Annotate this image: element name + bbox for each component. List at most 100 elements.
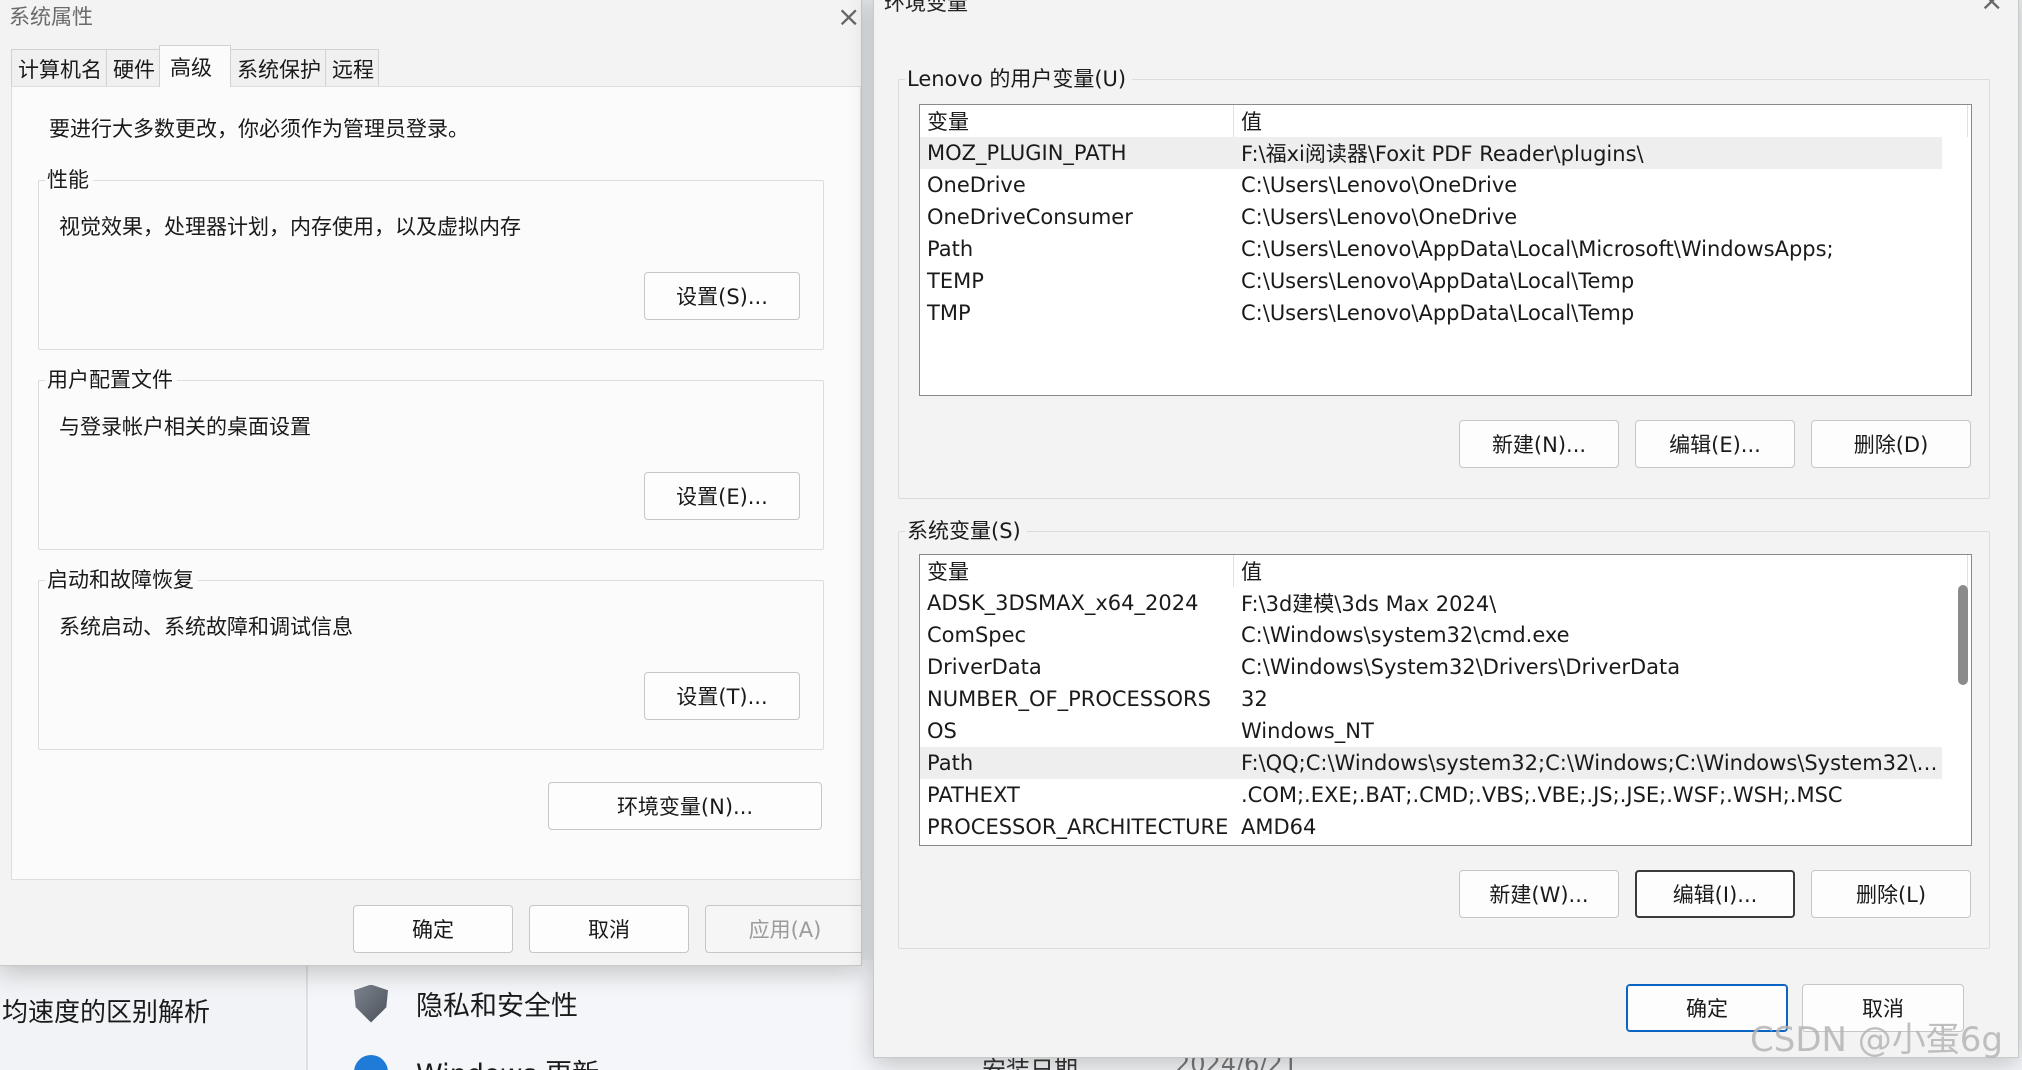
list-row[interactable]: DriverData C:\Windows\System32\Drivers\Dr… (920, 651, 1942, 683)
variable-name: MOZ_PLUGIN_PATH (927, 141, 1127, 165)
ok-button[interactable]: 确定 (353, 905, 513, 953)
variable-name: Path (927, 237, 974, 261)
variable-name: TMP (927, 301, 971, 325)
windows-update-icon (354, 1054, 388, 1070)
list-row[interactable]: Path F:\QQ;C:\Windows\system32;C:\Windows… (920, 747, 1942, 779)
tab-strip: 计算机名 硬件 高级 系统保护 远程 (11, 45, 379, 87)
admin-note: 要进行大多数更改，你必须作为管理员登录。 (49, 117, 469, 141)
title-bar[interactable]: 系统属性 × (0, 0, 861, 31)
system-edit-button[interactable]: 编辑(I)... (1635, 870, 1795, 918)
startup-recovery-group: 启动和故障恢复 系统启动、系统故障和调试信息 设置(T)... (38, 564, 824, 750)
variable-name: PROCESSOR_ARCHITECTURE (927, 815, 1229, 839)
settings-nav-area: 隐私和安全性 Windows 更新 (308, 960, 878, 1070)
performance-group-label: 性能 (45, 164, 93, 194)
variable-value: F:\QQ;C:\Windows\system32;C:\Windows;C:\… (1241, 751, 1941, 775)
title-bar[interactable]: 环境变量 × (874, 0, 2018, 25)
variable-name: ADSK_3DSMAX_x64_2024 (927, 591, 1199, 615)
startup-recovery-settings-button[interactable]: 设置(T)... (644, 672, 800, 720)
list-row[interactable]: MOZ_PLUGIN_PATH F:\福xi阅读器\Foxit PDF Reade… (920, 137, 1942, 169)
apply-button[interactable]: 应用(A) (705, 905, 861, 953)
list-header: 变量 值 (920, 555, 1971, 587)
list-row[interactable]: PATHEXT .COM;.EXE;.BAT;.CMD;.VBS;.VBE;.JS… (920, 779, 1942, 811)
variable-name: NUMBER_OF_PROCESSORS (927, 687, 1211, 711)
tab-computer-name[interactable]: 计算机名 (11, 49, 107, 87)
background-article-text: 均速度的区别解析 (2, 998, 211, 1028)
variable-value: .COM;.EXE;.BAT;.CMD;.VBS;.VBE;.JS;.JSE;.… (1241, 783, 1843, 807)
system-variables-label: 系统变量(S) (905, 515, 1027, 545)
list-row[interactable]: OS Windows_NT (920, 715, 1942, 747)
cancel-button[interactable]: 取消 (529, 905, 689, 953)
variable-value: Windows_NT (1241, 719, 1374, 743)
environment-variables-dialog: 环境变量 × Lenovo 的用户变量(U) 变量 值 MOZ_PLUGIN_P… (873, 0, 2019, 1058)
tab-remote[interactable]: 远程 (325, 49, 379, 87)
user-profiles-description: 与登录帐户相关的桌面设置 (59, 415, 311, 439)
user-edit-button[interactable]: 编辑(E)... (1635, 420, 1795, 468)
variable-name: TEMP (927, 269, 984, 293)
nav-item-update-label: Windows 更新 (416, 1052, 599, 1070)
performance-settings-button[interactable]: 设置(S)... (644, 272, 800, 320)
close-icon[interactable]: × (1980, 0, 2003, 15)
nav-item-windows-update[interactable]: Windows 更新 (354, 1052, 599, 1070)
dialog-title: 系统属性 (9, 5, 93, 29)
user-delete-button[interactable]: 删除(D) (1811, 420, 1971, 468)
variable-name: Path (927, 751, 974, 775)
variable-value: F:\福xi阅读器\Foxit PDF Reader\plugins\ (1241, 142, 1644, 166)
system-variables-group: 系统变量(S) 变量 值 ADSK_3DSMAX_x64_2024 F:\3d建模… (898, 515, 1990, 949)
variable-name: OneDrive (927, 173, 1026, 197)
variable-value: AMD64 (1241, 815, 1317, 839)
variable-value: 32 (1241, 687, 1268, 711)
column-header-value[interactable]: 值 (1234, 105, 1968, 137)
list-row[interactable]: OneDriveConsumer C:\Users\Lenovo\OneDrive (920, 201, 1942, 233)
system-properties-dialog: 系统属性 × 计算机名 硬件 高级 系统保护 远程 要进行大多数更改，你必须作为… (0, 0, 862, 966)
nav-item-privacy-label: 隐私和安全性 (416, 991, 578, 1022)
variable-name: OneDriveConsumer (927, 205, 1133, 229)
list-row[interactable]: OneDrive C:\Users\Lenovo\OneDrive (920, 169, 1942, 201)
environment-variables-button[interactable]: 环境变量(N)... (548, 782, 822, 830)
system-delete-button[interactable]: 删除(L) (1811, 870, 1971, 918)
performance-description: 视觉效果，处理器计划，内存使用，以及虚拟内存 (59, 215, 521, 239)
variable-value: F:\3d建模\3ds Max 2024\ (1241, 592, 1497, 616)
tab-hardware[interactable]: 硬件 (106, 49, 160, 87)
user-variables-list[interactable]: 变量 值 MOZ_PLUGIN_PATH F:\福xi阅读器\Foxit PDF … (919, 104, 1972, 396)
advanced-tab-panel: 要进行大多数更改，你必须作为管理员登录。 性能 视觉效果，处理器计划，内存使用，… (11, 86, 861, 880)
list-row[interactable]: ComSpec C:\Windows\system32\cmd.exe (920, 619, 1942, 651)
variable-value: C:\Users\Lenovo\AppData\Local\Temp (1241, 301, 1635, 325)
column-header-variable[interactable]: 变量 (920, 555, 1234, 587)
close-icon[interactable]: × (837, 3, 860, 31)
system-new-button[interactable]: 新建(W)... (1459, 870, 1619, 918)
dialog-title: 环境变量 (884, 0, 968, 15)
user-variables-group: Lenovo 的用户变量(U) 变量 值 MOZ_PLUGIN_PATH F:\福… (898, 63, 1990, 499)
list-row[interactable]: ADSK_3DSMAX_x64_2024 F:\3d建模\3ds Max 2024… (920, 587, 1942, 619)
scrollbar-thumb[interactable] (1958, 585, 1968, 685)
performance-group: 性能 视觉效果，处理器计划，内存使用，以及虚拟内存 设置(S)... (38, 164, 824, 350)
list-row[interactable]: TMP C:\Users\Lenovo\AppData\Local\Temp (920, 297, 1942, 329)
list-header: 变量 值 (920, 105, 1971, 137)
user-profiles-group-label: 用户配置文件 (45, 364, 177, 394)
nav-item-privacy[interactable]: 隐私和安全性 (354, 984, 578, 1023)
list-row[interactable]: TEMP C:\Users\Lenovo\AppData\Local\Temp (920, 265, 1942, 297)
watermark: CSDN @小蛋6g (1750, 1020, 2003, 1060)
variable-name: DriverData (927, 655, 1042, 679)
variable-value: C:\Users\Lenovo\OneDrive (1241, 173, 1518, 197)
variable-value: C:\Users\Lenovo\AppData\Local\Temp (1241, 269, 1635, 293)
variable-name: PATHEXT (927, 783, 1020, 807)
user-new-button[interactable]: 新建(N)... (1459, 420, 1619, 468)
vertical-scrollbar[interactable] (1955, 585, 1969, 840)
variable-name: OS (927, 719, 957, 743)
variable-value: C:\Users\Lenovo\OneDrive (1241, 205, 1518, 229)
user-profiles-group: 用户配置文件 与登录帐户相关的桌面设置 设置(E)... (38, 364, 824, 550)
system-variables-list[interactable]: 变量 值 ADSK_3DSMAX_x64_2024 F:\3d建模\3ds Max… (919, 554, 1972, 846)
tab-advanced[interactable]: 高级 (159, 45, 231, 87)
column-header-variable[interactable]: 变量 (920, 105, 1234, 137)
variable-value: C:\Windows\system32\cmd.exe (1241, 623, 1570, 647)
list-row[interactable]: PROCESSOR_ARCHITECTURE AMD64 (920, 811, 1942, 843)
column-header-value[interactable]: 值 (1234, 555, 1968, 587)
shield-icon (354, 984, 388, 1023)
user-variables-label: Lenovo 的用户变量(U) (905, 63, 1133, 93)
user-profiles-settings-button[interactable]: 设置(E)... (644, 472, 800, 520)
startup-recovery-group-label: 启动和故障恢复 (45, 564, 198, 594)
tab-system-protection[interactable]: 系统保护 (230, 49, 326, 87)
list-row[interactable]: NUMBER_OF_PROCESSORS 32 (920, 683, 1942, 715)
startup-recovery-description: 系统启动、系统故障和调试信息 (59, 615, 353, 639)
list-row[interactable]: Path C:\Users\Lenovo\AppData\Local\Micros… (920, 233, 1942, 265)
